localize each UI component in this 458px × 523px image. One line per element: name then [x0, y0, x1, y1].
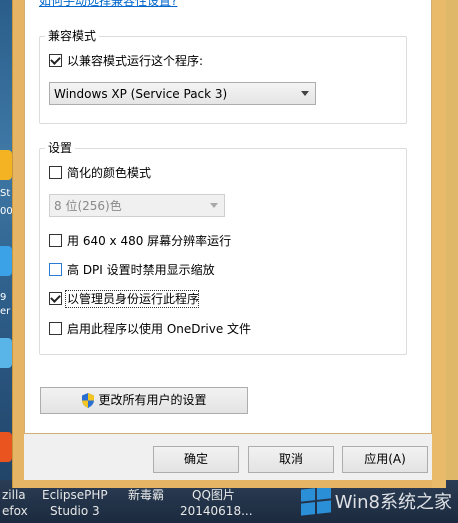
desktop-icon[interactable] [0, 432, 12, 462]
color-mode-select[interactable]: 8 位(256)色 [49, 194, 225, 217]
res-640-label: 用 640 x 480 屏幕分辨率运行 [67, 234, 232, 248]
reduced-color-label: 简化的颜色模式 [67, 166, 152, 180]
run-compat-label: 以兼容模式运行这个程序: [67, 54, 204, 68]
focus-rectangle [65, 290, 199, 308]
run-compat-checkbox[interactable] [49, 54, 62, 67]
windows-logo-icon [300, 486, 331, 516]
watermark-text: Win8系统之家 [334, 492, 452, 513]
desktop-item-label[interactable]: EclipsePHP [42, 488, 108, 502]
desktop-item-label: zilla [2, 488, 26, 502]
desktop-left-edge: St 00 9 er [0, 0, 13, 523]
desktop-icon[interactable] [0, 338, 12, 368]
cancel-button[interactable]: 取消 [248, 446, 334, 473]
desktop-item-label[interactable]: Studio 3 [50, 504, 100, 518]
desktop-icon-label: 9 [0, 292, 7, 303]
chevron-down-icon [301, 91, 309, 96]
reduced-color-checkbox[interactable] [49, 166, 62, 179]
uac-shield-icon [82, 393, 95, 408]
res-640-checkbox[interactable] [49, 234, 62, 247]
ok-button[interactable]: 确定 [153, 446, 239, 473]
compat-mode-group-label: 兼容模式 [45, 29, 100, 43]
onedrive-checkbox[interactable] [49, 322, 62, 335]
desktop-icon[interactable] [0, 150, 12, 180]
change-all-users-button[interactable]: 更改所有用户的设置 [40, 387, 248, 414]
desktop-item-label[interactable]: 20140618... [180, 504, 253, 518]
desktop-icon-label: er [0, 306, 11, 317]
desktop-item-label[interactable]: 新毒霸 [128, 488, 164, 502]
desktop-item-label[interactable]: QQ图片 [192, 488, 235, 502]
change-all-users-label: 更改所有用户的设置 [98, 393, 207, 407]
desktop-item-label: efox [2, 504, 28, 518]
high-dpi-label: 高 DPI 设置时禁用显示缩放 [67, 263, 215, 277]
color-mode-value: 8 位(256)色 [54, 199, 122, 213]
high-dpi-checkbox[interactable] [49, 263, 62, 276]
watermark: Win8系统之家 [300, 486, 452, 516]
desktop-icon-label: 00 [0, 206, 13, 217]
onedrive-label: 启用此程序以使用 OneDrive 文件 [67, 322, 252, 336]
run-admin-checkbox[interactable] [49, 292, 62, 305]
compat-mode-group [39, 36, 407, 124]
os-version-select[interactable]: Windows XP (Service Pack 3) [49, 82, 316, 105]
desktop-icon-label: St [0, 188, 11, 199]
window-border-right [432, 0, 446, 488]
compatibility-help-link[interactable]: 如何手动选择兼容性设置? [39, 0, 177, 9]
apply-button[interactable]: 应用(A) [342, 446, 428, 473]
chevron-down-icon [210, 203, 218, 208]
os-version-value: Windows XP (Service Pack 3) [54, 87, 228, 101]
settings-group-label: 设置 [45, 141, 76, 155]
desktop-icon[interactable] [0, 246, 12, 276]
